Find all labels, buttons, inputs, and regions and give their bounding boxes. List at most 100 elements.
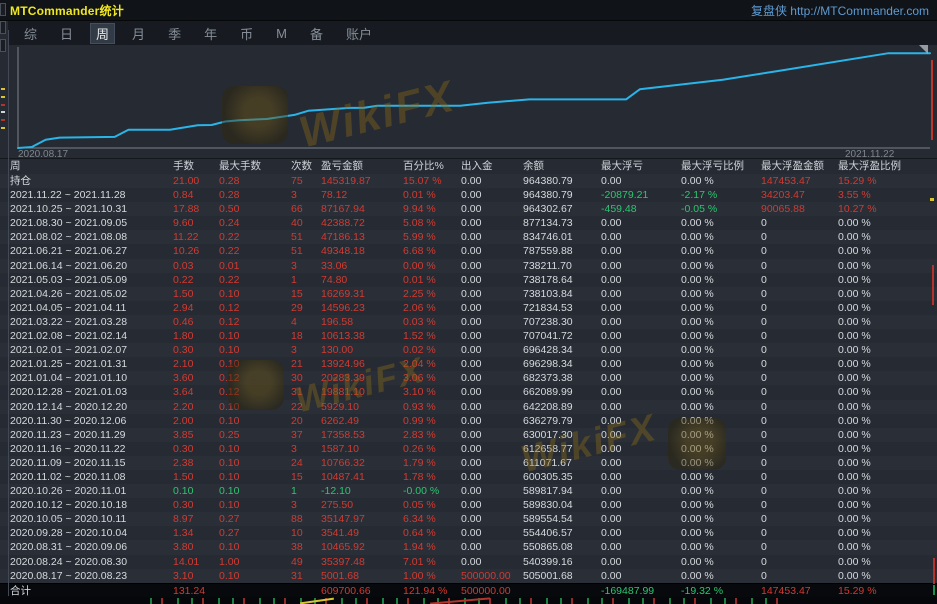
table-cell: 0.00 % [838, 569, 937, 583]
menu-item-综[interactable]: 综 [18, 23, 43, 44]
menu-item-年[interactable]: 年 [198, 23, 223, 44]
table-row[interactable]: 2020.11.09 ~ 2020.11.152.380.102410766.3… [0, 456, 937, 470]
table-cell: 630017.30 [523, 428, 601, 442]
table-cell: 145319.87 [321, 174, 403, 188]
menu-item-季[interactable]: 季 [162, 23, 187, 44]
table-row[interactable]: 2020.11.16 ~ 2020.11.220.300.1031587.100… [0, 442, 937, 456]
table-cell: 0.00 [461, 555, 523, 569]
table-row[interactable]: 2020.11.23 ~ 2020.11.293.850.253717358.5… [0, 428, 937, 442]
table-cell: 87167.94 [321, 202, 403, 216]
table-cell: 0.00 [461, 188, 523, 202]
edge-artifact [1, 104, 5, 106]
table-cell: 0.00 [601, 442, 681, 456]
table-row[interactable]: 2021.10.25 ~ 2021.10.3117.880.506687167.… [0, 202, 937, 216]
table-cell: 31 [291, 569, 321, 583]
table-row[interactable]: 2020.08.31 ~ 2020.09.063.800.103810465.9… [0, 540, 937, 554]
menu-item-币[interactable]: 币 [234, 23, 259, 44]
table-row[interactable]: 2021.01.04 ~ 2021.01.103.600.123020283.3… [0, 371, 937, 385]
weekly-stats-table: 周手数最大手数次数盈亏金额百分比%出入金余额最大浮亏最大浮亏比例最大浮盈金额最大… [0, 158, 937, 597]
table-row[interactable]: 2021.04.05 ~ 2021.04.112.940.122914596.2… [0, 301, 937, 315]
title-bar: MTCommander统计 复盘侠 http://MTCommander.com [0, 0, 937, 21]
table-row[interactable]: 2020.10.05 ~ 2020.10.118.970.278835147.9… [0, 512, 937, 526]
menu-item-备[interactable]: 备 [304, 23, 329, 44]
table-cell: 0.00 % [403, 259, 461, 273]
edge-artifact [932, 265, 934, 305]
table-cell: 196.58 [321, 315, 403, 329]
table-row[interactable]: 2021.11.22 ~ 2021.11.280.840.28378.120.0… [0, 188, 937, 202]
table-row[interactable]: 2021.03.22 ~ 2021.03.280.460.124196.580.… [0, 315, 937, 329]
table-cell: 10766.32 [321, 456, 403, 470]
table-row[interactable]: 2021.05.03 ~ 2021.05.090.220.22174.800.0… [0, 273, 937, 287]
table-cell: 3 [291, 259, 321, 273]
table-cell: 611071.67 [523, 456, 601, 470]
table-cell: 18 [291, 329, 321, 343]
table-cell: 9.94 % [403, 202, 461, 216]
table-cell: 0.12 [219, 301, 291, 315]
table-cell: 0.00 [461, 301, 523, 315]
table-row[interactable]: 2021.08.02 ~ 2021.08.0811.220.225147186.… [0, 230, 937, 244]
table-cell: 600305.35 [523, 470, 601, 484]
table-cell: 0.28 [219, 174, 291, 188]
table-cell: 738211.70 [523, 259, 601, 273]
table-cell: 0.00 [601, 174, 681, 188]
table-row[interactable]: 2020.08.24 ~ 2020.08.3014.011.004935397.… [0, 555, 937, 569]
table-row[interactable]: 2020.08.17 ~ 2020.08.233.100.10315001.68… [0, 569, 937, 583]
table-row[interactable]: 2020.12.28 ~ 2021.01.033.640.123119881.1… [0, 385, 937, 399]
table-cell: 0 [761, 484, 838, 498]
table-cell: 0 [761, 357, 838, 371]
table-cell: 1.50 [173, 287, 219, 301]
table-cell: 0.00 [461, 540, 523, 554]
table-cell: 3.80 [173, 540, 219, 554]
table-cell: 500000.00 [461, 584, 523, 598]
table-cell: 0.01 [219, 259, 291, 273]
table-cell: 33.06 [321, 259, 403, 273]
table-cell: -169487.99 [601, 584, 681, 598]
table-row[interactable]: 2021.02.08 ~ 2021.02.141.800.101810613.3… [0, 329, 937, 343]
table-cell: 3.85 [173, 428, 219, 442]
table-cell: 0.00 [461, 259, 523, 273]
table-row[interactable]: 2021.04.26 ~ 2021.05.021.500.101516269.3… [0, 287, 937, 301]
total-row[interactable]: 合计131.24609700.66121.94 %500000.00-16948… [0, 583, 937, 598]
menu-item-日[interactable]: 日 [54, 23, 79, 44]
period-cell: 持仓 [10, 174, 173, 188]
table-cell: 0.00 [461, 273, 523, 287]
table-cell: 0.00 [461, 216, 523, 230]
table-cell: 0.00 % [681, 315, 761, 329]
period-cell: 合计 [10, 584, 173, 598]
table-row[interactable]: 2021.06.14 ~ 2021.06.200.030.01333.060.0… [0, 259, 937, 273]
menu-item-月[interactable]: 月 [126, 23, 151, 44]
table-row[interactable]: 持仓21.000.2875145319.8715.07 %0.00964380.… [0, 174, 937, 188]
table-row[interactable]: 2020.12.14 ~ 2020.12.202.200.10225929.10… [0, 400, 937, 414]
table-cell: 0.22 [219, 273, 291, 287]
table-cell: 21 [291, 357, 321, 371]
table-row[interactable]: 2021.06.21 ~ 2021.06.2710.260.225149348.… [0, 244, 937, 258]
table-cell [523, 584, 601, 598]
table-row[interactable]: 2020.10.12 ~ 2020.10.180.300.103275.500.… [0, 498, 937, 512]
table-cell: 0.00 [461, 287, 523, 301]
table-row[interactable]: 2021.02.01 ~ 2021.02.070.300.103130.000.… [0, 343, 937, 357]
table-row[interactable]: 2021.08.30 ~ 2021.09.059.600.244042388.7… [0, 216, 937, 230]
table-cell: 0.00 [461, 385, 523, 399]
menu-item-M[interactable]: M [270, 25, 293, 42]
table-cell: 49 [291, 555, 321, 569]
table-cell: 3 [291, 498, 321, 512]
table-row[interactable]: 2020.11.02 ~ 2020.11.081.500.101510487.4… [0, 470, 937, 484]
table-cell: 0.02 % [403, 343, 461, 357]
period-cell: 2020.11.23 ~ 2020.11.29 [10, 428, 173, 442]
menu-item-周[interactable]: 周 [90, 23, 115, 44]
equity-chart-panel: 2020.08.17 2021.11.22 [0, 45, 937, 158]
table-row[interactable]: 2020.10.26 ~ 2020.11.010.100.101-12.10-0… [0, 484, 937, 498]
table-row[interactable]: 2021.01.25 ~ 2021.01.312.100.102113924.9… [0, 357, 937, 371]
table-cell: 5001.68 [321, 569, 403, 583]
table-row[interactable]: 2020.11.30 ~ 2020.12.062.000.10206262.49… [0, 414, 937, 428]
brand-link[interactable]: 复盘侠 http://MTCommander.com [751, 2, 929, 19]
table-row[interactable]: 2020.09.28 ~ 2020.10.041.340.27103541.49… [0, 526, 937, 540]
table-cell: 6.68 % [403, 244, 461, 258]
table-cell: 0 [761, 287, 838, 301]
table-cell: 0.00 [461, 202, 523, 216]
menu-item-账户[interactable]: 账户 [340, 23, 378, 44]
table-cell: 0.00 [601, 259, 681, 273]
table-cell: 3 [291, 188, 321, 202]
period-cell: 2021.08.02 ~ 2021.08.08 [10, 230, 173, 244]
table-cell: 0 [761, 301, 838, 315]
